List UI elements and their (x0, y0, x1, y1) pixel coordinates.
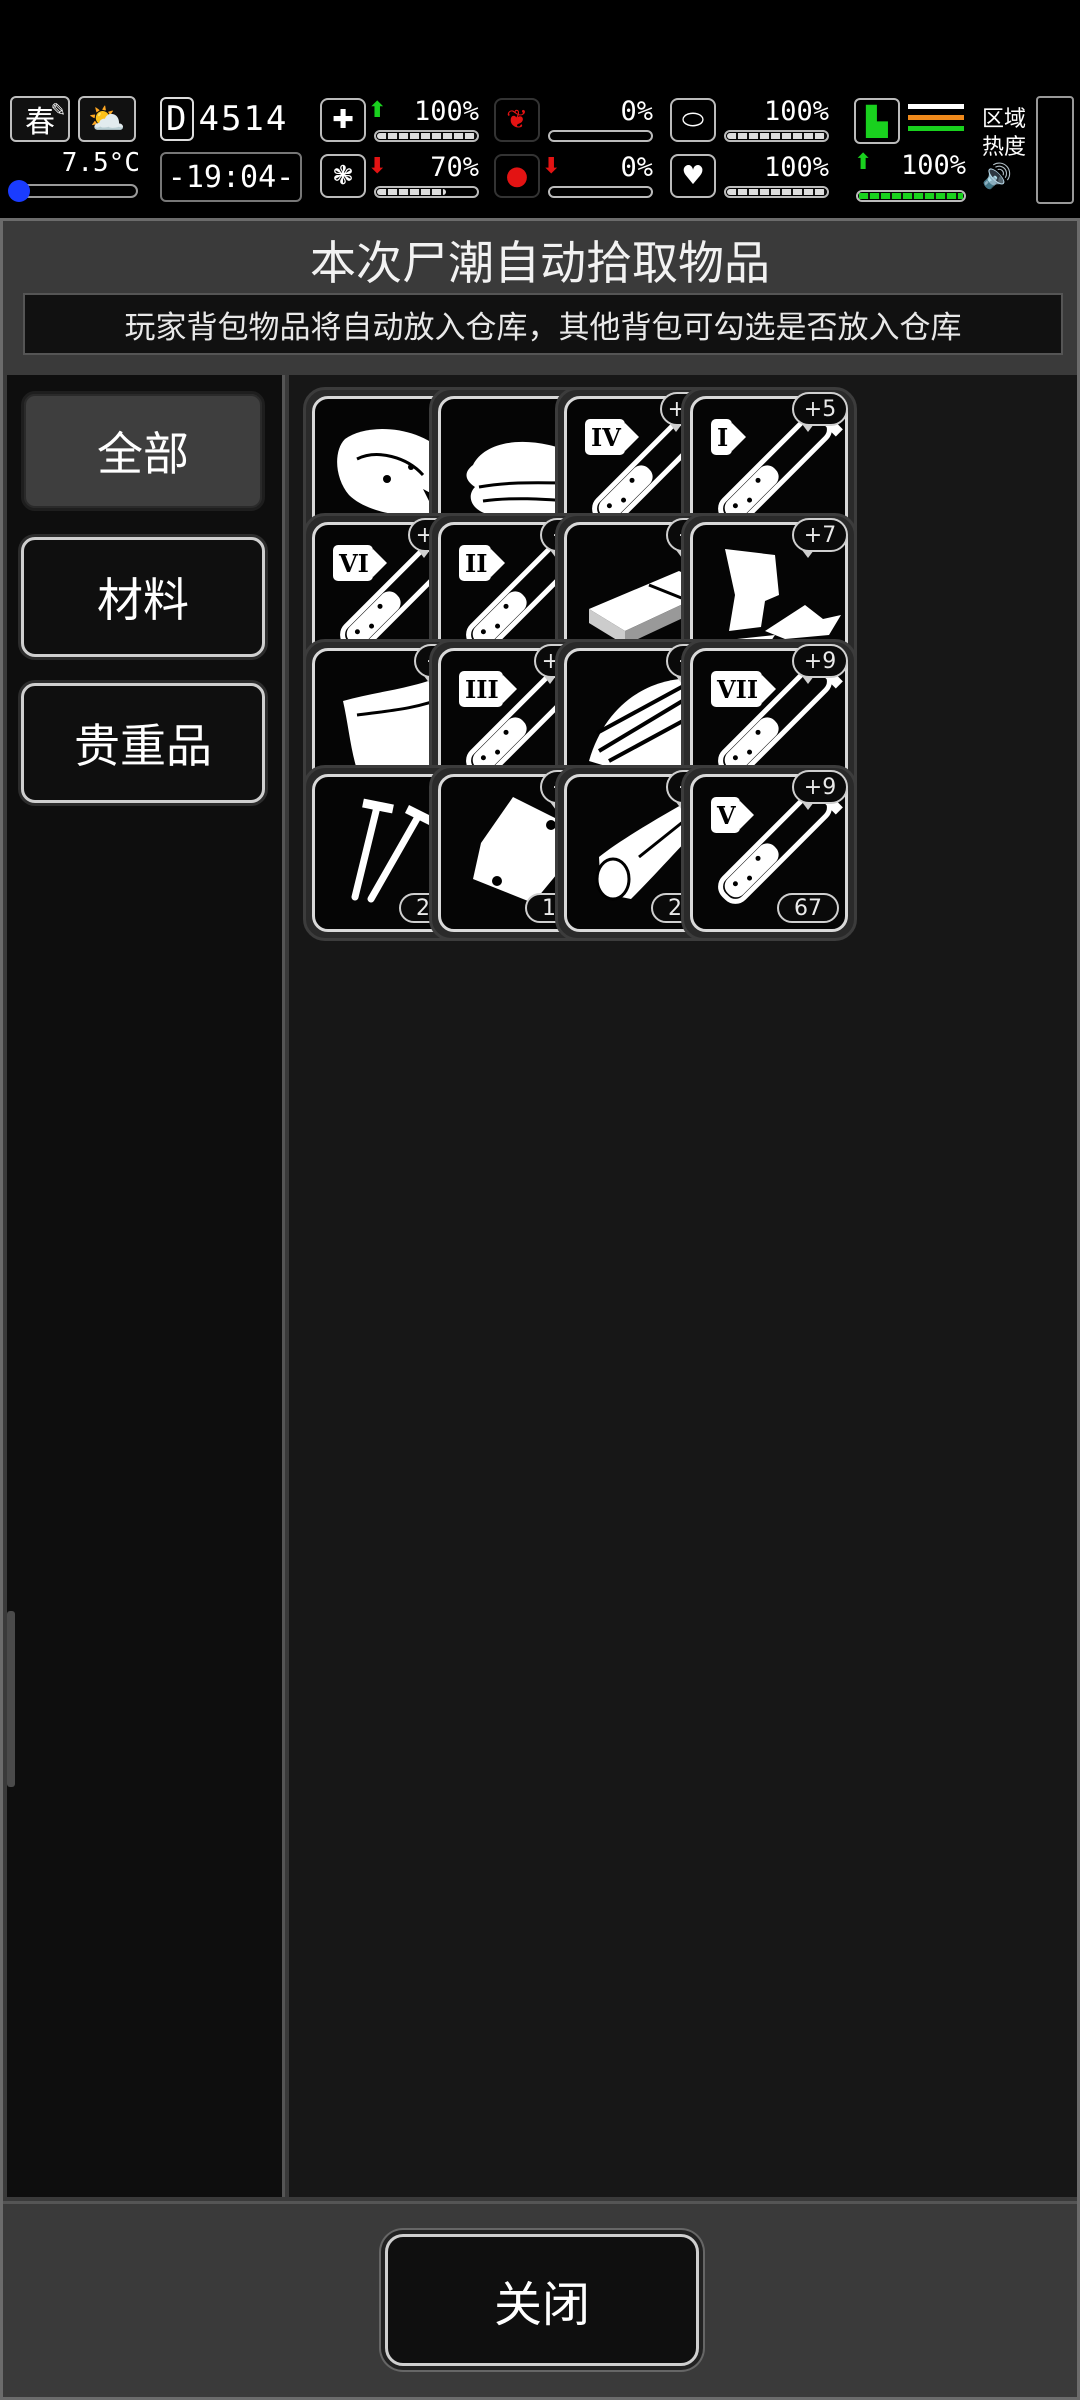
status-hud: 春 ✎ ⛅ 7.5°C D 4514 -19:04- ✚ ⬆ 100% ❦ 0%… (0, 88, 1080, 210)
stamina-bar (856, 190, 966, 202)
sanity-stat: ❃ ⬇ 70% (320, 152, 485, 202)
area-heat-meter (1036, 96, 1074, 204)
boot-icon: ▙ (854, 98, 900, 144)
tier-tag: V (711, 797, 754, 833)
season-indicator: 春 ✎ (10, 96, 70, 142)
bar-fill (859, 193, 963, 199)
tab-valuables[interactable]: 贵重品 (21, 683, 265, 803)
area-heat-label-2: 热度 (982, 135, 1027, 160)
day-counter: D 4514 (160, 96, 286, 142)
health-value: 100% (413, 96, 479, 127)
item-grid: 999+999+IV74+10I50+5VI75+13II58+745+831+… (289, 375, 1077, 2197)
area-heat-label-1: 区域 (982, 107, 1027, 132)
tier-tag: VI (333, 545, 387, 581)
bonus-badge: +7 (792, 518, 848, 558)
partly-cloudy-night-icon: ⛅ (78, 96, 136, 142)
category-sidebar: 全部 材料 贵重品 (7, 375, 285, 2197)
item-slot[interactable]: V 67 +9 (681, 765, 857, 941)
tier-tag: VII (711, 671, 777, 707)
heart-value: 100% (763, 152, 829, 183)
blood-bar (548, 186, 653, 198)
health-stat: ✚ ⬆ 100% (320, 96, 485, 146)
dialog-title: 本次尸潮自动拾取物品 (310, 236, 770, 290)
arrow-down-icon: ⬇ (368, 154, 387, 179)
stamina-value: 100% (900, 150, 966, 181)
day-number: 4514 (198, 99, 289, 139)
feather-icon: ✎ (50, 100, 66, 121)
blood-stat: ● ⬇ 0% (494, 152, 659, 202)
temperature-readout: 7.5°C (61, 148, 140, 178)
stomach-icon: ❦ (494, 98, 540, 142)
hunger-bar (548, 130, 653, 142)
tier-tag: I (711, 419, 747, 455)
health-bar (374, 130, 479, 142)
tier-tag: III (459, 671, 517, 707)
sanity-value: 70% (430, 152, 479, 183)
pill-bar (724, 130, 829, 142)
blood-value: 0% (620, 152, 653, 183)
brain-icon: ❃ (320, 154, 366, 198)
blood-drop-icon: ● (494, 154, 540, 198)
pill-value: 100% (763, 96, 829, 127)
scrap-metal-icon (725, 549, 841, 647)
heart-bar (724, 186, 829, 198)
temperature-thermometer-icon (8, 180, 30, 202)
pill-stat: ⬭ 100% (670, 96, 835, 146)
item-quantity: 67 (777, 893, 839, 923)
area-heat[interactable]: 区域 热度 🔊 (982, 106, 1032, 190)
pill-icon: ⬭ (670, 98, 716, 142)
tier-tag: II (459, 545, 507, 581)
dialog-subtitle: 玩家背包物品将自动放入仓库，其他背包可勾选是否放入仓库 (23, 293, 1063, 355)
side-drag-handle[interactable] (7, 1611, 15, 1787)
medkit-icon: ✚ (320, 98, 366, 142)
hunger-value: 0% (620, 96, 653, 127)
arrow-up-icon: ⬆ (368, 98, 387, 123)
game-clock: -19:04- (160, 152, 302, 202)
tab-materials[interactable]: 材料 (21, 537, 265, 657)
day-prefix: D (160, 97, 195, 141)
close-button[interactable]: 关闭 (385, 2234, 699, 2366)
tier-tag: IV (585, 419, 639, 455)
bonus-badge: +9 (792, 644, 848, 684)
bar-fill (377, 189, 447, 195)
speaker-icon[interactable]: 🔊 (982, 162, 1032, 190)
arrow-up-icon: ⬆ (854, 150, 873, 175)
stamina-stat: ▙ ⬆ 100% (852, 96, 970, 204)
bar-fill (377, 133, 476, 139)
dialog-footer: 关闭 (3, 2201, 1077, 2397)
heart-stat: ♥ 100% (670, 152, 835, 202)
arrow-down-icon: ⬇ (542, 154, 561, 179)
sanity-bar (374, 186, 479, 198)
bonus-badge: +5 (792, 392, 848, 432)
bar-fill (727, 189, 826, 195)
tab-all[interactable]: 全部 (21, 391, 265, 511)
bonus-badge: +9 (792, 770, 848, 810)
auto-loot-dialog: 本次尸潮自动拾取物品 玩家背包物品将自动放入仓库，其他背包可勾选是否放入仓库 全… (0, 218, 1080, 2400)
bar-fill (727, 133, 826, 139)
hunger-stat: ❦ 0% (494, 96, 659, 146)
movement-stripes (908, 104, 964, 137)
heart-icon: ♥ (670, 154, 716, 198)
